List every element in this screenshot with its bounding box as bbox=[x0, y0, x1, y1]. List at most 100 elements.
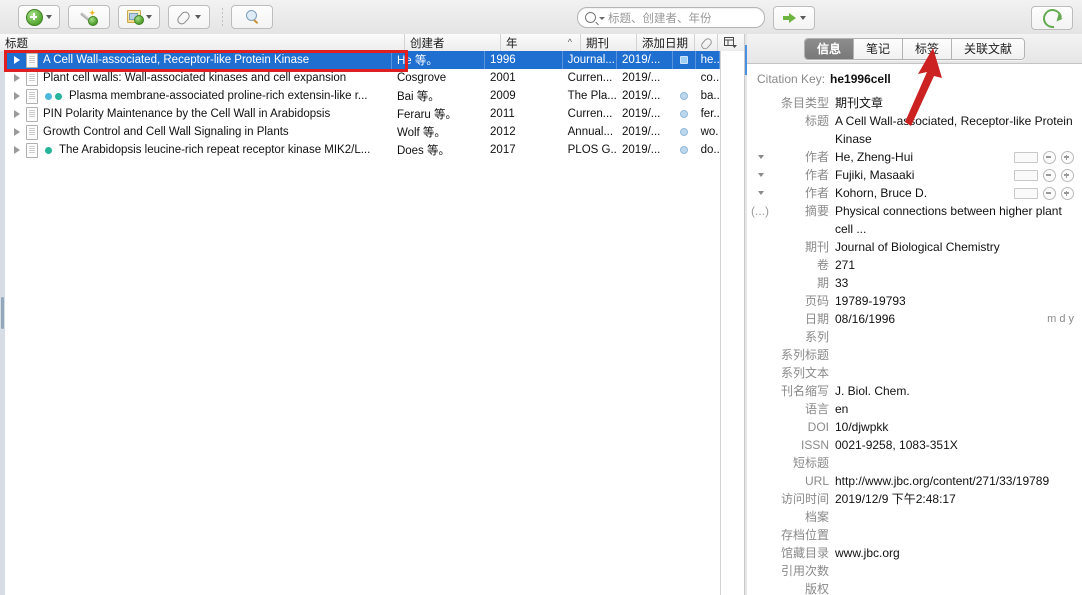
locate-button[interactable] bbox=[773, 6, 815, 30]
field-row: 存档位置 bbox=[747, 526, 1082, 544]
field-value[interactable]: Kohorn, Bruce D. bbox=[835, 184, 1014, 202]
field-value[interactable]: www.jbc.org bbox=[835, 544, 1082, 562]
field-label-wrap: 档案 bbox=[747, 508, 835, 526]
cell-creator: Does 等。 bbox=[392, 141, 485, 159]
field-value[interactable]: 33 bbox=[835, 274, 1082, 292]
add-item-by-identifier-button[interactable]: ✦ bbox=[68, 5, 110, 29]
remove-creator-button[interactable] bbox=[1043, 151, 1056, 164]
table-row[interactable]: The Arabidopsis leucine-rich repeat rece… bbox=[0, 141, 720, 159]
field-value[interactable]: 10/djwpkk bbox=[835, 418, 1082, 436]
field-value[interactable]: 期刊文章 bbox=[835, 94, 1082, 112]
field-value[interactable]: 19789-19793 bbox=[835, 292, 1082, 310]
add-creator-button[interactable] bbox=[1061, 169, 1074, 182]
expand-triangle-icon[interactable] bbox=[14, 56, 20, 64]
cell-text: 2019/... bbox=[622, 126, 661, 138]
field-label: 系列标题 bbox=[780, 348, 829, 362]
column-header-title[interactable]: 标题 bbox=[0, 34, 405, 51]
column-header-creator[interactable]: 创建者 bbox=[405, 34, 501, 51]
tab-info[interactable]: 信息 bbox=[804, 38, 854, 59]
field-label-wrap: 系列 bbox=[747, 328, 835, 346]
cell-creator: Bai 等。 bbox=[392, 87, 485, 105]
column-picker-button[interactable] bbox=[718, 34, 743, 51]
search-input[interactable]: 标题、创建者、年份 bbox=[577, 7, 765, 28]
chevron-down-icon[interactable] bbox=[758, 173, 764, 177]
field-label-wrap: 短标题 bbox=[747, 454, 835, 472]
field-label: 期刊 bbox=[804, 240, 829, 254]
chevron-down-icon[interactable] bbox=[758, 191, 764, 195]
column-header-date-added[interactable]: 添加日期 bbox=[637, 34, 695, 51]
field-row: DOI 10/djwpkk bbox=[747, 418, 1082, 436]
remove-creator-button[interactable] bbox=[1043, 187, 1056, 200]
cell-extra: wo... bbox=[696, 123, 720, 141]
search-icon bbox=[585, 12, 596, 23]
tab-tags[interactable]: 标签 bbox=[903, 38, 953, 59]
document-icon bbox=[26, 88, 38, 104]
add-creator-button[interactable] bbox=[1061, 151, 1074, 164]
table-row[interactable]: Plasma membrane-associated proline-rich … bbox=[0, 87, 720, 105]
table-row[interactable]: Plant cell walls: Wall-associated kinase… bbox=[0, 69, 720, 87]
creator-switch-mode-button[interactable] bbox=[1014, 152, 1038, 163]
cell-text: Wolf 等。 bbox=[396, 127, 446, 139]
splitter-grip[interactable] bbox=[1, 297, 4, 329]
sort-ascending-icon: ^ bbox=[567, 37, 572, 47]
column-header-attachment[interactable] bbox=[695, 34, 718, 51]
left-pane-splitter[interactable] bbox=[0, 51, 5, 595]
column-header-year[interactable]: 年 ^ bbox=[501, 34, 581, 51]
field-label: 语言 bbox=[804, 402, 829, 416]
table-row[interactable]: Growth Control and Cell Wall Signaling i… bbox=[0, 123, 720, 141]
cell-year: 2001 bbox=[485, 69, 563, 87]
field-label: 刊名缩写 bbox=[780, 384, 829, 398]
column-header-journal[interactable]: 期刊 bbox=[581, 34, 637, 51]
citation-key-value[interactable]: he1996cell bbox=[830, 72, 891, 86]
cell-journal: Curren... bbox=[563, 69, 617, 87]
expand-triangle-icon[interactable] bbox=[14, 110, 20, 118]
field-value[interactable]: A Cell Wall-associated, Receptor-like Pr… bbox=[835, 112, 1082, 148]
tab-notes[interactable]: 笔记 bbox=[853, 38, 903, 59]
cell-text: fer... bbox=[700, 108, 720, 120]
field-label-wrap: 页码 bbox=[747, 292, 835, 310]
cell-text: 2001 bbox=[490, 72, 516, 84]
expand-triangle-icon[interactable] bbox=[14, 128, 20, 136]
expand-triangle-icon[interactable] bbox=[14, 92, 20, 100]
expand-triangle-icon[interactable] bbox=[14, 74, 20, 82]
row-title: PIN Polarity Maintenance by the Cell Wal… bbox=[43, 108, 331, 120]
tab-related[interactable]: 关联文献 bbox=[952, 38, 1025, 59]
advanced-search-button[interactable] bbox=[231, 5, 273, 29]
field-value[interactable]: 08/16/1996 bbox=[835, 310, 1047, 328]
creator-switch-mode-button[interactable] bbox=[1014, 188, 1038, 199]
cell-journal: The Pla... bbox=[563, 87, 617, 105]
table-row[interactable]: PIN Polarity Maintenance by the Cell Wal… bbox=[0, 105, 720, 123]
new-attachment-button[interactable] bbox=[118, 5, 160, 29]
field-value[interactable]: en bbox=[835, 400, 1082, 418]
field-value[interactable]: He, Zheng-Hui bbox=[835, 148, 1014, 166]
field-value[interactable]: Physical connections between higher plan… bbox=[835, 202, 1082, 238]
expand-triangle-icon[interactable] bbox=[14, 146, 20, 154]
field-value[interactable]: 271 bbox=[835, 256, 1082, 274]
item-list[interactable]: A Cell Wall-associated, Receptor-like Pr… bbox=[0, 51, 720, 595]
field-value[interactable]: http://www.jbc.org/content/271/33/19789 bbox=[835, 472, 1082, 490]
green-plus-icon bbox=[26, 8, 43, 26]
remove-creator-button[interactable] bbox=[1043, 169, 1056, 182]
field-value[interactable]: Journal of Biological Chemistry bbox=[835, 238, 1082, 256]
field-value[interactable]: Fujiki, Masaaki bbox=[835, 166, 1014, 184]
field-label: 访问时间 bbox=[780, 492, 829, 506]
field-label: 页码 bbox=[804, 294, 829, 308]
attachment-button[interactable] bbox=[168, 5, 210, 29]
chevron-down-icon[interactable] bbox=[758, 155, 764, 159]
magic-wand-icon: ✦ bbox=[80, 8, 98, 26]
field-value[interactable]: 0021-9258, 1083-351X bbox=[835, 436, 1082, 454]
add-creator-button[interactable] bbox=[1061, 187, 1074, 200]
field-label: 作者 bbox=[804, 186, 829, 200]
tab-label: 标签 bbox=[915, 42, 940, 56]
field-value[interactable]: J. Biol. Chem. bbox=[835, 382, 1082, 400]
field-value[interactable]: 2019/12/9 下午2:48:17 bbox=[835, 490, 1082, 508]
sync-button[interactable] bbox=[1031, 4, 1073, 32]
document-icon bbox=[26, 70, 38, 86]
cell-attachment bbox=[673, 105, 695, 123]
cell-text: 2019/... bbox=[622, 72, 661, 84]
field-label-wrap: 作者 bbox=[747, 166, 835, 184]
abstract-toggle-icon[interactable]: (...) bbox=[751, 202, 769, 220]
new-item-button[interactable] bbox=[18, 5, 60, 29]
table-row[interactable]: A Cell Wall-associated, Receptor-like Pr… bbox=[0, 51, 720, 69]
creator-switch-mode-button[interactable] bbox=[1014, 170, 1038, 181]
